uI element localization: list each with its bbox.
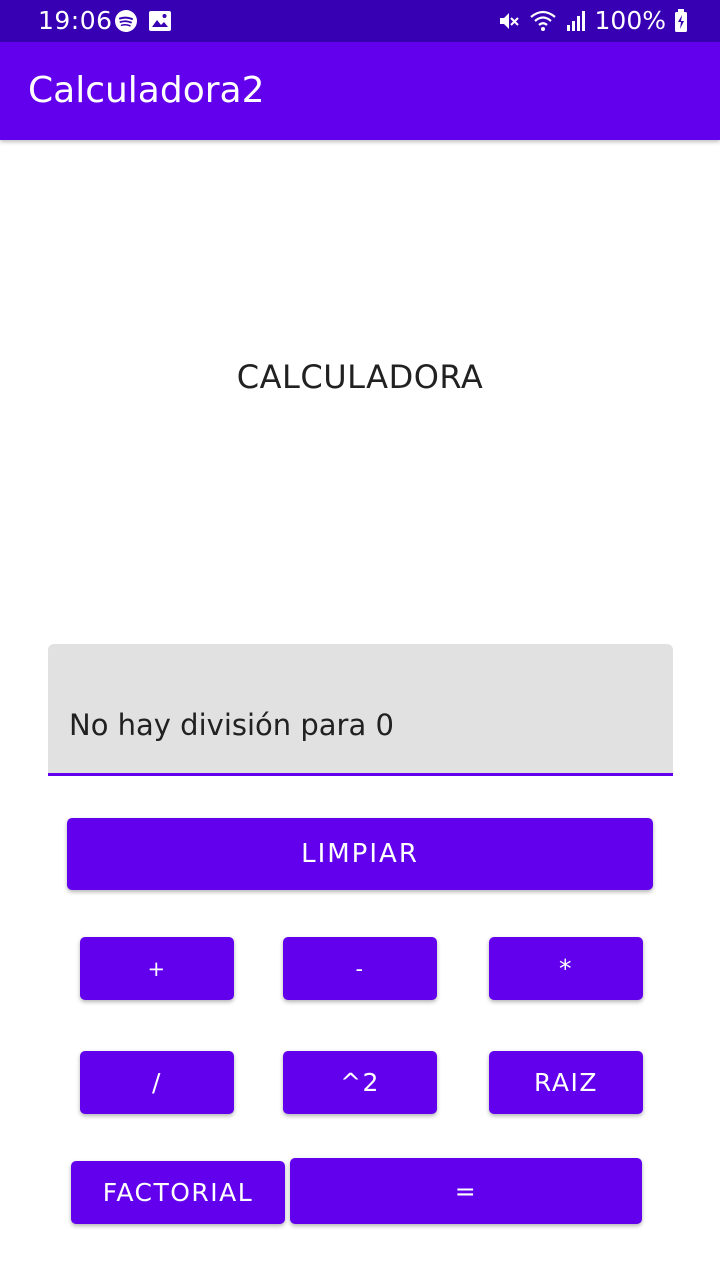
status-notification-icons (114, 9, 172, 33)
root-button[interactable]: RAIZ (489, 1051, 643, 1114)
add-button[interactable]: + (80, 937, 234, 1000)
clear-button[interactable]: LIMPIAR (67, 818, 653, 890)
factorial-button[interactable]: FACTORIAL (71, 1161, 285, 1224)
result-field[interactable]: No hay división para 0 (48, 644, 673, 776)
app-title: Calculadora2 (28, 70, 265, 111)
image-icon (148, 10, 172, 32)
result-text: No hay división para 0 (69, 708, 394, 742)
equals-button[interactable]: = (290, 1158, 642, 1224)
signal-icon (565, 10, 587, 32)
app-bar: Calculadora2 (0, 42, 720, 140)
status-system-icons: 100% (497, 6, 688, 35)
square-button[interactable]: ^2 (283, 1051, 437, 1114)
multiply-button[interactable]: * (489, 937, 643, 1000)
subtract-button[interactable]: - (283, 937, 437, 1000)
wifi-icon (529, 9, 557, 33)
status-time: 19:06 (38, 6, 113, 35)
status-bar: 19:06 100% (0, 0, 720, 42)
battery-charging-icon (674, 8, 688, 33)
mute-icon (497, 9, 521, 33)
battery-percentage: 100% (594, 6, 666, 35)
page-heading: CALCULADORA (236, 358, 484, 396)
spotify-icon (114, 9, 138, 33)
divide-button[interactable]: / (80, 1051, 234, 1114)
